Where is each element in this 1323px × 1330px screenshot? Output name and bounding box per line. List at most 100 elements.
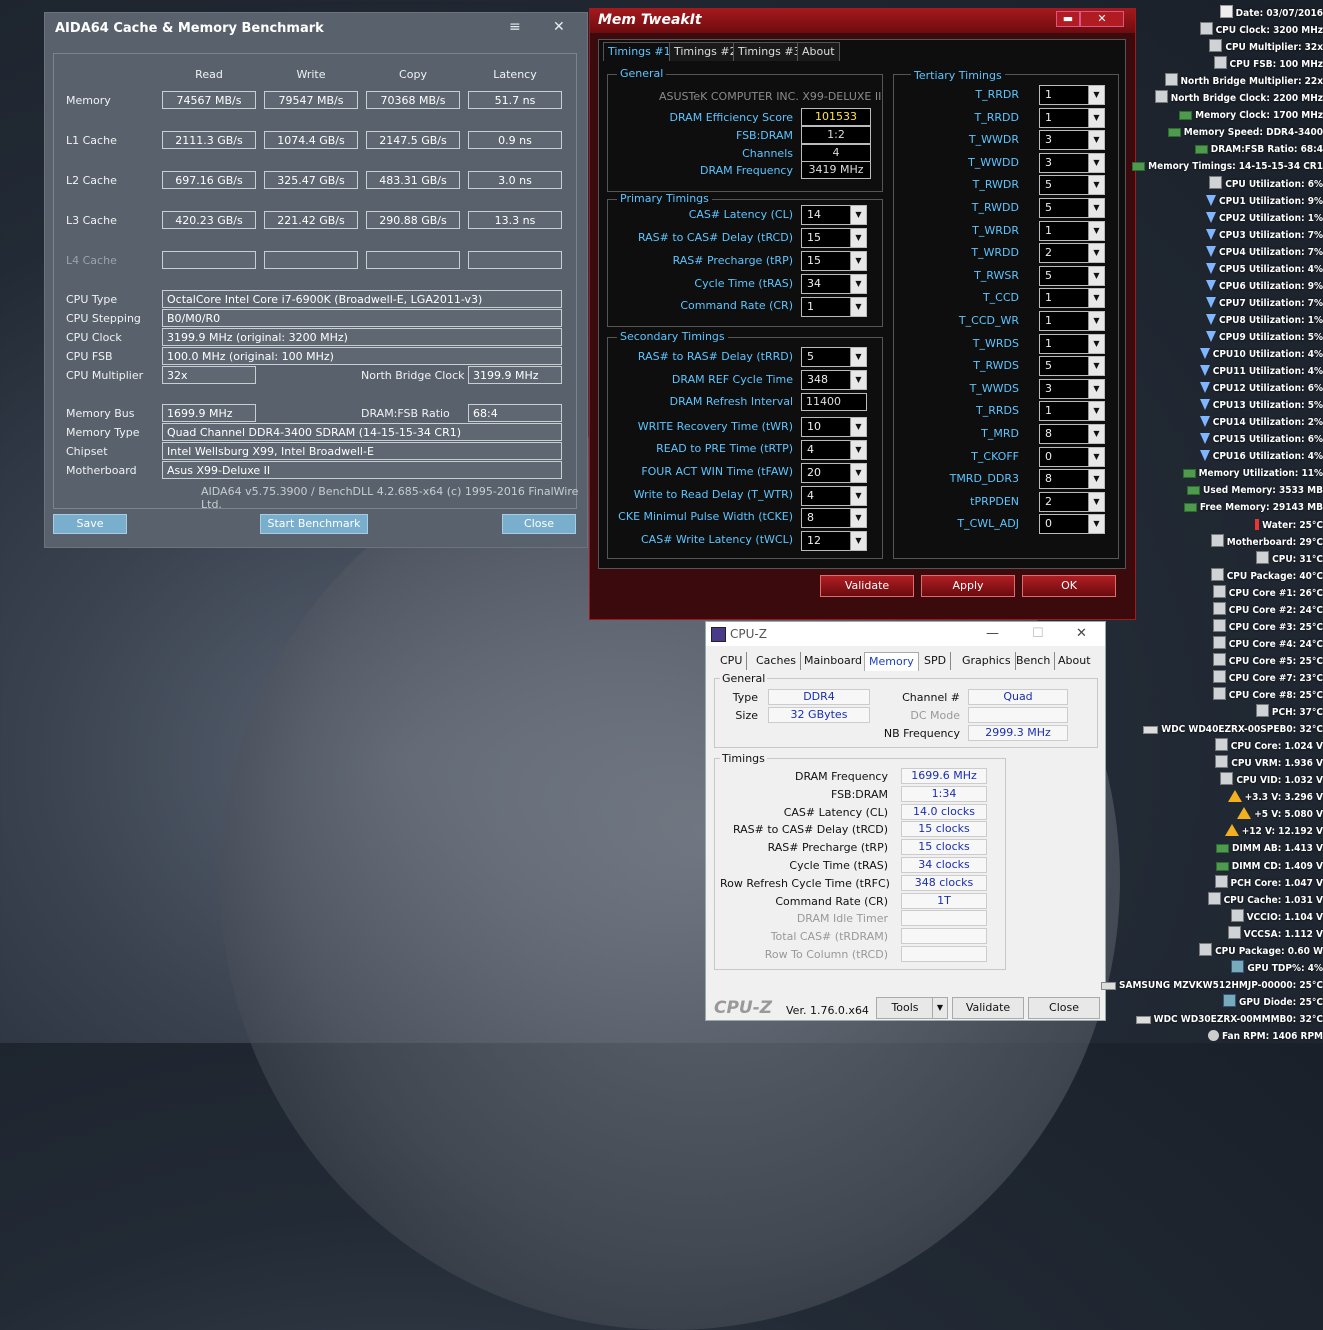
tertiary-select-t-rwdd[interactable]: 5▼ bbox=[1039, 198, 1105, 218]
tertiary-select-t-wwds[interactable]: 3▼ bbox=[1039, 379, 1105, 399]
tertiary-select-t-mrd[interactable]: 8▼ bbox=[1039, 424, 1105, 444]
chip-icon bbox=[1199, 943, 1212, 956]
sensor-row: CPU1 Utilization: 9% bbox=[1206, 193, 1323, 210]
ok-button[interactable]: OK bbox=[1022, 575, 1116, 597]
sensor-text: CPU1 Utilization: 9% bbox=[1219, 196, 1323, 207]
chip-icon bbox=[1215, 738, 1228, 751]
chevron-down-icon: ▼ bbox=[1088, 222, 1104, 240]
tertiary-select-t-rwsr[interactable]: 5▼ bbox=[1039, 266, 1105, 286]
tras-select[interactable]: 34▼ bbox=[801, 274, 867, 294]
sensor-row: WDC WD30EZRX-00MMMB0: 32°C bbox=[1136, 1011, 1323, 1028]
validate-button[interactable]: Validate bbox=[820, 575, 914, 597]
tab-timings-2[interactable]: Timings #2 bbox=[669, 42, 742, 61]
chip-icon bbox=[1220, 772, 1233, 785]
sensor-row: GPU Diode: 25°C bbox=[1223, 994, 1323, 1011]
dram-fsb-label: DRAM:FSB Ratio bbox=[361, 407, 450, 420]
chevron-down-icon: ▼ bbox=[1088, 335, 1104, 353]
refresh-interval-input[interactable]: 11400 bbox=[801, 393, 867, 411]
tertiary-select-t-rrdr[interactable]: 1▼ bbox=[1039, 85, 1105, 105]
memory-icon bbox=[1187, 486, 1200, 495]
tertiary-select-t-rwds[interactable]: 5▼ bbox=[1039, 356, 1105, 376]
twtr-label: Write to Read Delay (T_WTR) bbox=[609, 488, 793, 501]
sensor-row: SAMSUNG MZVKW512HMJP-00000: 25°C bbox=[1101, 977, 1323, 994]
chip-icon bbox=[1256, 704, 1269, 717]
twcl-select[interactable]: 12▼ bbox=[801, 531, 867, 551]
tertiary-select-t-wrds[interactable]: 1▼ bbox=[1039, 334, 1105, 354]
tab-graphics[interactable]: Graphics bbox=[958, 652, 1016, 670]
trcd-select[interactable]: 15▼ bbox=[801, 228, 867, 248]
l2-write: 325.47 GB/s bbox=[264, 171, 358, 189]
save-button[interactable]: Save bbox=[53, 514, 127, 534]
tab-bench[interactable]: Bench bbox=[1012, 652, 1055, 670]
tools-button[interactable]: Tools▼ bbox=[876, 997, 948, 1019]
tab-caches[interactable]: Caches bbox=[752, 652, 801, 670]
memory-copy: 70368 MB/s bbox=[366, 91, 460, 109]
tertiary-select-t-cwl-adj[interactable]: 0▼ bbox=[1039, 514, 1105, 534]
mti-body: Timings #1 Timings #2 Timings #3 About G… bbox=[598, 39, 1126, 569]
sensor-row: CPU2 Utilization: 1% bbox=[1206, 210, 1323, 227]
tab-mainboard[interactable]: Mainboard bbox=[800, 652, 867, 670]
minimize-icon[interactable]: — bbox=[986, 626, 999, 641]
command-rate-select[interactable]: 1▼ bbox=[801, 297, 867, 317]
close-icon[interactable]: ✕ bbox=[1080, 11, 1124, 27]
cpuz-timing-value-5: 34 clocks bbox=[901, 857, 987, 873]
tertiary-select-t-wrdd[interactable]: 2▼ bbox=[1039, 243, 1105, 263]
sensor-text: Fan RPM: 1406 RPM bbox=[1222, 1031, 1323, 1042]
close-button[interactable]: Close bbox=[502, 514, 576, 534]
twr-select[interactable]: 10▼ bbox=[801, 417, 867, 437]
trrd-select[interactable]: 5▼ bbox=[801, 347, 867, 367]
tertiary-select-tprpden[interactable]: 2▼ bbox=[1039, 492, 1105, 512]
twtr-select[interactable]: 4▼ bbox=[801, 486, 867, 506]
tab-timings-1[interactable]: Timings #1 bbox=[603, 42, 676, 61]
sensor-text: CPU4 Utilization: 7% bbox=[1219, 247, 1323, 258]
memtweakit-window: Mem TweakIt ▬ ✕ Timings #1 Timings #2 Ti… bbox=[589, 8, 1136, 620]
close-icon[interactable]: ✕ bbox=[1076, 626, 1087, 641]
tab-cpu[interactable]: CPU bbox=[716, 652, 747, 670]
tab-memory[interactable]: Memory bbox=[864, 652, 919, 671]
tcke-select[interactable]: 8▼ bbox=[801, 508, 867, 528]
cpu-stepping-label: CPU Stepping bbox=[66, 312, 141, 325]
tertiary-select-t-wwdr[interactable]: 3▼ bbox=[1039, 130, 1105, 150]
sensor-row: CPU12 Utilization: 6% bbox=[1200, 380, 1323, 397]
tertiary-select-t-rrds[interactable]: 1▼ bbox=[1039, 401, 1105, 421]
minimize-icon[interactable]: ▬ bbox=[1056, 11, 1080, 27]
tertiary-select-t-wwdd[interactable]: 3▼ bbox=[1039, 153, 1105, 173]
hourglass-icon bbox=[1200, 450, 1210, 461]
menu-icon[interactable]: ≡ bbox=[509, 19, 521, 35]
tertiary-select-t-ccd-wr[interactable]: 1▼ bbox=[1039, 311, 1105, 331]
ref-cycle-select[interactable]: 348▼ bbox=[801, 370, 867, 390]
trp-select[interactable]: 15▼ bbox=[801, 251, 867, 271]
cas-latency-select[interactable]: 14▼ bbox=[801, 205, 867, 225]
start-benchmark-button[interactable]: Start Benchmark bbox=[260, 514, 368, 534]
close-icon[interactable]: ✕ bbox=[553, 19, 565, 35]
chip-icon bbox=[1211, 568, 1224, 581]
tertiary-label-t-wwdd: T_WWDD bbox=[899, 156, 1019, 169]
memory-icon bbox=[1179, 111, 1192, 120]
tertiary-select-t-rrdd[interactable]: 1▼ bbox=[1039, 108, 1105, 128]
tertiary-select-t-ckoff[interactable]: 0▼ bbox=[1039, 447, 1105, 467]
tertiary-select-tmrd-ddr3[interactable]: 8▼ bbox=[1039, 469, 1105, 489]
tertiary-select-t-wrdr[interactable]: 1▼ bbox=[1039, 221, 1105, 241]
apply-button[interactable]: Apply bbox=[921, 575, 1015, 597]
sensor-row: CPU5 Utilization: 4% bbox=[1206, 261, 1323, 278]
tfaw-select[interactable]: 20▼ bbox=[801, 463, 867, 483]
validate-button[interactable]: Validate bbox=[952, 997, 1024, 1019]
tcke-label: CKE Minimul Pulse Width (tCKE) bbox=[609, 510, 793, 523]
sensor-text: SAMSUNG MZVKW512HMJP-00000: 25°C bbox=[1119, 980, 1323, 991]
tertiary-select-t-rwdr[interactable]: 5▼ bbox=[1039, 175, 1105, 195]
trtp-select[interactable]: 4▼ bbox=[801, 440, 867, 460]
tab-about[interactable]: About bbox=[797, 42, 840, 61]
l4-latency bbox=[468, 251, 562, 269]
primary-timings-title: Primary Timings bbox=[617, 192, 712, 205]
tertiary-label-t-wwdr: T_WWDR bbox=[899, 133, 1019, 146]
tab-spd[interactable]: SPD bbox=[920, 652, 951, 670]
tab-timings-3[interactable]: Timings #3 bbox=[733, 42, 806, 61]
tab-about[interactable]: About bbox=[1054, 652, 1095, 670]
tertiary-label-t-cwl-adj: T_CWL_ADJ bbox=[899, 517, 1019, 530]
sensor-row: CPU16 Utilization: 4% bbox=[1200, 448, 1323, 465]
close-button[interactable]: Close bbox=[1028, 997, 1100, 1019]
channels-value: 4 bbox=[801, 144, 871, 162]
chevron-down-icon: ▼ bbox=[932, 998, 947, 1018]
tertiary-select-t-ccd[interactable]: 1▼ bbox=[1039, 288, 1105, 308]
sensor-text: PCH: 37°C bbox=[1272, 707, 1323, 718]
